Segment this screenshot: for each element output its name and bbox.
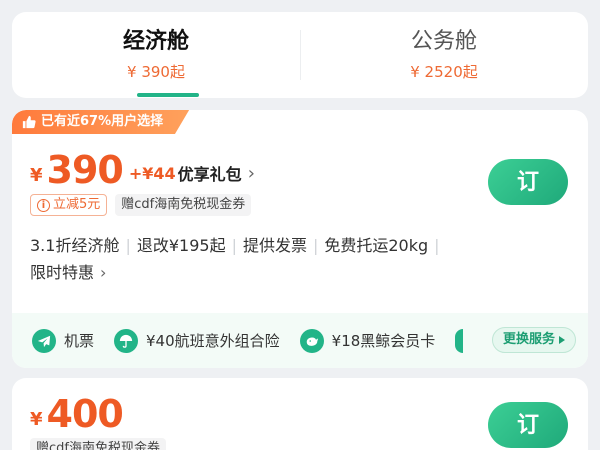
chevron-right-icon: ›: [100, 263, 107, 282]
tab-business-price: ¥ 2520起: [410, 63, 478, 81]
fare-price-row: ¥ 400: [30, 392, 124, 436]
service-item-ticket: 机票: [32, 328, 95, 353]
thumbs-up-icon: [22, 115, 36, 129]
feature-discount-class: 3.1折经济舱: [30, 236, 120, 255]
umbrella-icon: [114, 328, 139, 353]
currency-symbol: ¥: [30, 165, 43, 186]
service-item-insurance: ¥40航班意外组合险: [114, 328, 280, 353]
feature-invoice: 提供发票: [242, 236, 307, 255]
tab-economy[interactable]: 经济舱 ¥ 390起: [12, 12, 300, 98]
tab-economy-label: 经济舱: [122, 29, 189, 54]
service-label: ¥18黑鲸会员卡: [331, 332, 436, 350]
info-icon: i: [37, 198, 50, 212]
chevron-right-icon: ›: [247, 162, 255, 184]
bundle-price: +¥44: [128, 163, 176, 183]
fare-price: 390: [46, 148, 124, 192]
cabin-tabs: 经济舱 ¥ 390起 公务舱 ¥ 2520起: [12, 12, 588, 98]
gift-coupon-badge: 赠cdf海南免税现金券: [115, 194, 252, 216]
tab-economy-price: ¥ 390起: [127, 63, 185, 81]
discount-text: 立减5元: [53, 197, 101, 212]
feature-limited-offer: 限时特惠: [30, 263, 95, 282]
currency-symbol: ¥: [30, 409, 43, 430]
triangle-right-icon: [559, 336, 565, 344]
promo-tags: i 立减5元 赠cdf海南免税现金券: [30, 194, 252, 216]
more-services-edge: [455, 328, 464, 353]
feature-refund: 退改¥195起: [136, 236, 226, 255]
divider: |: [125, 236, 131, 255]
book-button[interactable]: 订: [488, 402, 568, 448]
plane-icon: [32, 328, 56, 353]
bundle-name: 优享礼包: [177, 165, 242, 184]
divider: |: [231, 236, 237, 255]
fare-price-row: ¥ 390 +¥44 优享礼包 ›: [30, 148, 255, 192]
whale-icon: [299, 328, 324, 353]
fare-price: 400: [46, 392, 124, 436]
service-label: 机票: [64, 332, 95, 350]
fare-card: 已有近67%用户选择 ¥ 390 +¥44 优享礼包 › i 立减5元 赠cdf…: [12, 110, 588, 368]
service-bundle-bar: 机票 ¥40航班意外组合险 ¥18黑鲸会员卡 更换服务: [12, 313, 588, 368]
gift-coupon-badge: 赠cdf海南免税现金券: [30, 438, 166, 450]
popular-choice-badge: 已有近67%用户选择: [12, 110, 190, 134]
tab-business-label: 公务舱: [410, 29, 477, 54]
service-item-membership: ¥18黑鲸会员卡: [299, 328, 436, 353]
change-service-button[interactable]: 更换服务: [491, 327, 576, 353]
bundle-package-link[interactable]: +¥44 优享礼包 ›: [129, 161, 255, 185]
feature-baggage: 免费托运20kg: [324, 236, 429, 255]
discount-badge[interactable]: i 立减5元: [30, 194, 108, 216]
active-tab-indicator: [137, 93, 199, 97]
popular-choice-text: 已有近67%用户选择: [41, 114, 164, 129]
change-service-label: 更换服务: [502, 332, 555, 347]
fare-features[interactable]: 3.1折经济舱 | 退改¥195起 | 提供发票 | 免费托运20kg | 限时特惠 ›: [30, 232, 500, 286]
fare-card: ¥ 400 赠cdf海南免税现金券 订: [12, 378, 588, 450]
book-button[interactable]: 订: [488, 159, 568, 205]
service-label: ¥40航班意外组合险: [146, 332, 280, 350]
divider: |: [434, 236, 440, 255]
tab-business[interactable]: 公务舱 ¥ 2520起: [300, 12, 588, 98]
divider: |: [312, 236, 319, 255]
